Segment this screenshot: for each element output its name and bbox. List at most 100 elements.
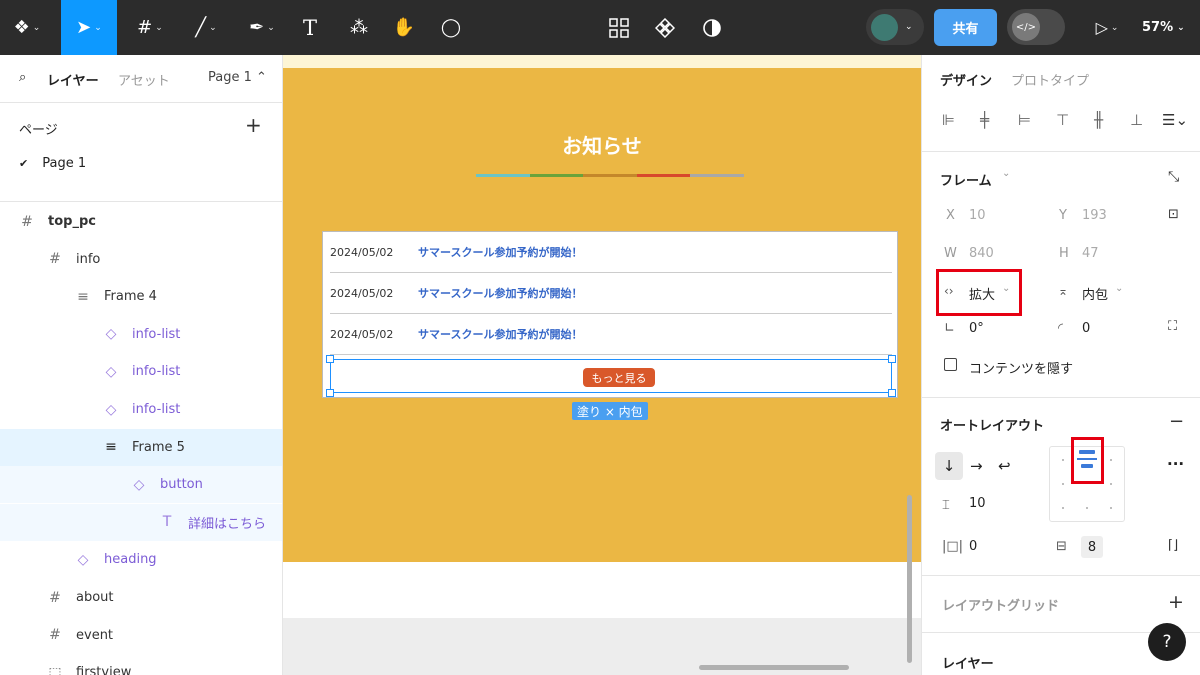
tab-prototype[interactable]: プロトタイプ	[1011, 70, 1089, 89]
group-icon: ⬚	[48, 664, 62, 675]
vertical-padding-icon: ⊟	[1056, 539, 1067, 554]
align-center-v-icon[interactable]: ╫	[1094, 111, 1103, 129]
pen-tool-button[interactable]: ✒ ⌄	[240, 0, 284, 55]
add-layout-grid-icon[interactable]: +	[1168, 591, 1184, 613]
x-input[interactable]: 10	[969, 208, 986, 223]
align-center-h-icon[interactable]: ╪	[980, 111, 989, 129]
width-mode-select[interactable]: 拡大	[969, 284, 995, 303]
chevron-down-icon[interactable]: ⌄	[1115, 283, 1123, 294]
frame-icon: #	[21, 213, 33, 230]
layer-item-firstview[interactable]: ⬚ firstview	[0, 654, 282, 675]
layer-item-info[interactable]: # info	[0, 241, 282, 278]
zoom-menu[interactable]: 57% ⌄	[1142, 0, 1185, 55]
vertical-padding-input[interactable]: 8	[1081, 536, 1103, 558]
component-instance-icon: ◇	[77, 551, 89, 568]
grid-dot[interactable]	[1062, 459, 1064, 461]
news-row[interactable]: 2024/05/02 サマースクール参加予約が開始！	[330, 314, 892, 355]
direction-vertical-button[interactable]: ↓	[935, 452, 963, 480]
help-button[interactable]: ?	[1148, 623, 1186, 661]
news-card[interactable]: 2024/05/02 サマースクール参加予約が開始！ 2024/05/02 サマ…	[322, 231, 898, 398]
dev-mode-toggle[interactable]: </>	[1007, 9, 1065, 45]
distribute-icon[interactable]: ☰⌄	[1162, 111, 1188, 129]
canvas[interactable]: お知らせ 2024/05/02 サマースクール参加予約が開始！ 2024/05/…	[283, 55, 921, 675]
page-switcher[interactable]: Page 1 ⌃	[208, 70, 267, 85]
radius-input[interactable]: 0	[1082, 321, 1090, 336]
more-button[interactable]: もっと見る	[583, 368, 655, 387]
page-item-page-1[interactable]: ✔ Page 1	[19, 156, 86, 171]
collapse-icon[interactable]: ⤡	[1168, 169, 1179, 185]
clip-content-checkbox[interactable]	[944, 358, 957, 371]
layer-item-詳細はこちら[interactable]: T 詳細はこちら	[0, 503, 282, 541]
grid-dot[interactable]	[1086, 507, 1088, 509]
frame-tool-button[interactable]: # ⌄	[128, 0, 172, 55]
layer-item-heading[interactable]: ◇ heading	[0, 541, 282, 578]
add-page-icon[interactable]: +	[245, 113, 262, 137]
resize-handle[interactable]	[326, 355, 334, 363]
layer-label: info-list	[132, 326, 181, 342]
align-top-icon[interactable]: ⊤	[1056, 111, 1069, 129]
layer-item-frame-4[interactable]: ≡ Frame 4	[0, 278, 282, 315]
layer-item-info-list[interactable]: ◇ info-list	[0, 316, 282, 353]
layer-item-event[interactable]: # event	[0, 617, 282, 654]
y-input[interactable]: 193	[1082, 208, 1107, 223]
align-left-icon[interactable]: ⊫	[942, 111, 955, 129]
selected-frame-5[interactable]: もっと見る	[326, 355, 896, 397]
direction-horizontal-icon[interactable]: →	[970, 457, 983, 475]
height-mode-select[interactable]: 内包	[1082, 284, 1108, 303]
constraints-icon[interactable]: ⊡	[1168, 207, 1179, 222]
resize-handle[interactable]	[326, 389, 334, 397]
frame-icon: #	[49, 627, 61, 644]
chevron-down-icon[interactable]: ⌄	[1002, 168, 1010, 179]
grid-dot[interactable]	[1110, 507, 1112, 509]
comment-tool-button[interactable]: ◯	[436, 0, 466, 55]
grid-dot[interactable]	[1062, 483, 1064, 485]
news-row[interactable]: 2024/05/02 サマースクール参加予約が開始！	[330, 273, 892, 314]
gap-input[interactable]: 10	[969, 496, 986, 511]
resize-handle[interactable]	[888, 355, 896, 363]
independent-corners-icon[interactable]: ⛶	[1168, 319, 1177, 334]
grid-dot[interactable]	[1110, 483, 1112, 485]
check-icon: ✔	[19, 157, 29, 170]
resize-handle[interactable]	[888, 389, 896, 397]
layer-item-button[interactable]: ◇ button	[0, 466, 282, 504]
grid-actions-button[interactable]	[604, 0, 634, 55]
frame-heading[interactable]: フレーム	[940, 170, 992, 189]
remove-autolayout-icon[interactable]: −	[1169, 411, 1184, 432]
chevron-down-icon[interactable]: ⌄	[1002, 283, 1010, 294]
rotation-input[interactable]: 0°	[969, 321, 984, 336]
align-right-icon[interactable]: ⊨	[1018, 111, 1031, 129]
news-row[interactable]: 2024/05/02 サマースクール参加予約が開始！	[330, 232, 892, 273]
more-options-icon[interactable]: ···	[1167, 455, 1184, 473]
wrap-icon[interactable]: ↩	[998, 457, 1011, 475]
layer-item-top_pc[interactable]: # top_pc	[0, 203, 282, 240]
move-tool-button[interactable]: ➤ ⌄	[61, 0, 117, 55]
present-button[interactable]: ▷ ⌄	[1087, 0, 1127, 55]
horizontal-padding-input[interactable]: 0	[969, 539, 977, 554]
h-input[interactable]: 47	[1082, 246, 1099, 261]
user-avatar-menu[interactable]: ⌄	[866, 9, 924, 45]
hand-tool-button[interactable]: ✋	[389, 0, 419, 55]
grid-dot[interactable]	[1110, 459, 1112, 461]
tab-design[interactable]: デザイン	[940, 70, 992, 89]
align-bottom-icon[interactable]: ⊥	[1130, 111, 1143, 129]
tab-layers[interactable]: レイヤー	[47, 70, 99, 89]
layer-item-info-list[interactable]: ◇ info-list	[0, 353, 282, 390]
line-tool-button[interactable]: ╱ ⌄	[184, 0, 228, 55]
text-tool-button[interactable]: T	[295, 0, 325, 55]
share-button[interactable]: 共有	[934, 9, 997, 46]
main-menu-button[interactable]: ❖ ⌄	[4, 0, 50, 55]
comment-icon: ◯	[440, 17, 462, 38]
layer-item-frame-5[interactable]: ≡ Frame 5	[0, 428, 282, 466]
horizontal-scrollbar[interactable]	[699, 665, 849, 670]
theme-toggle-button[interactable]	[697, 0, 727, 55]
layer-item-info-list[interactable]: ◇ info-list	[0, 391, 282, 428]
vertical-scrollbar[interactable]	[907, 495, 912, 663]
resources-button[interactable]: ⁂	[344, 0, 374, 55]
layer-item-about[interactable]: # about	[0, 579, 282, 616]
component-button[interactable]	[650, 0, 680, 55]
padding-detail-icon[interactable]: ⌈⌋	[1168, 538, 1178, 553]
grid-dot[interactable]	[1062, 507, 1064, 509]
search-icon[interactable]: ⌕	[19, 70, 26, 85]
tab-assets[interactable]: アセット	[118, 70, 170, 89]
w-input[interactable]: 840	[969, 246, 994, 261]
